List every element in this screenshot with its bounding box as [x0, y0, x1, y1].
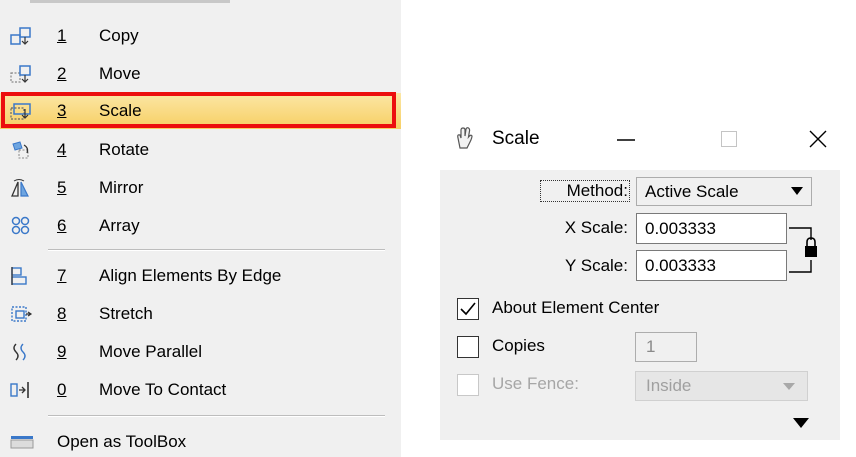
minimize-icon — [617, 139, 635, 141]
move-icon — [10, 65, 31, 83]
menu-item-label: Move To Contact — [99, 380, 227, 399]
menu-item-label: Move — [99, 64, 141, 83]
copies-label: Copies — [492, 336, 545, 355]
fence-mode-select[interactable]: Inside — [635, 371, 808, 401]
menu-item-number: 9 — [57, 342, 67, 361]
fence-mode-value: Inside — [646, 376, 692, 395]
about-center-label: About Element Center — [492, 298, 660, 317]
array-icon — [11, 216, 30, 235]
scale-lock-toggle[interactable] — [789, 218, 823, 276]
scale-icon — [10, 103, 31, 120]
lock-icon — [805, 237, 817, 257]
copy-icon — [10, 27, 31, 45]
menu-item-label: Array — [99, 216, 140, 235]
method-select[interactable]: Active Scale — [636, 177, 812, 206]
menu-top-edge — [0, 0, 401, 12]
menu-item-label: Stretch — [99, 304, 153, 323]
expand-arrow-icon[interactable] — [793, 418, 809, 428]
chevron-down-icon — [783, 383, 795, 390]
menu-item-move-parallel[interactable]: 9 Move Parallel — [0, 333, 401, 371]
menu-item-number: 4 — [57, 140, 67, 159]
close-icon — [809, 130, 827, 148]
menu-item-move-to-contact[interactable]: 0 Move To Contact — [0, 371, 401, 409]
menu-item-stretch[interactable]: 8 Stretch — [0, 295, 401, 333]
menu-item-scale[interactable]: 3 Scale — [0, 93, 401, 129]
menu-item-number: 0 — [57, 380, 67, 399]
minimize-button[interactable] — [606, 122, 646, 156]
menu-item-number: 7 — [57, 266, 67, 285]
mirror-icon — [11, 179, 29, 197]
stretch-icon — [11, 306, 33, 322]
close-button[interactable] — [798, 122, 838, 156]
menu-item-number: 8 — [57, 304, 67, 323]
menu-item-mirror[interactable]: 5 Mirror — [0, 169, 401, 207]
maximize-icon — [721, 131, 737, 147]
copies-input[interactable]: 1 — [635, 332, 697, 362]
menu-item-number: 5 — [57, 178, 67, 197]
y-scale-label: Y Scale: — [564, 256, 628, 275]
x-scale-label: X Scale: — [564, 218, 628, 237]
method-label: Method: — [540, 180, 630, 202]
menu-item-label: Mirror — [99, 178, 144, 197]
y-scale-value: 0.003333 — [645, 256, 716, 275]
y-scale-input[interactable]: 0.003333 — [636, 250, 787, 281]
menu-item-label: Align Elements By Edge — [99, 266, 282, 285]
menu-item-open-toolbox[interactable]: Open as ToolBox — [0, 423, 401, 457]
menu-item-label: Rotate — [99, 140, 150, 159]
menu-item-move[interactable]: 2 Move — [0, 55, 401, 93]
use-fence-checkbox[interactable] — [457, 374, 479, 396]
move-parallel-icon — [13, 343, 26, 361]
dialog-title-bar[interactable]: Scale — [440, 110, 840, 170]
menu-item-label: Copy — [99, 26, 139, 45]
toolbox-icon — [10, 436, 34, 449]
about-center-checkbox[interactable] — [457, 298, 479, 320]
align-icon — [11, 267, 27, 285]
scale-dialog: Scale Method: Active Scale X Scale: 0.00… — [440, 110, 840, 440]
copies-value: 1 — [646, 337, 656, 356]
menu-item-number: 6 — [57, 216, 67, 235]
menu-item-align-elements[interactable]: 7 Align Elements By Edge — [0, 257, 401, 295]
menu-item-array[interactable]: 6 Array — [0, 207, 401, 245]
copies-checkbox[interactable] — [457, 336, 479, 358]
menu-item-label: Scale — [99, 101, 142, 120]
menu-separator-highlight — [48, 416, 385, 417]
x-scale-value: 0.003333 — [645, 219, 716, 238]
menu-item-number: 3 — [57, 101, 67, 120]
hand-icon — [457, 127, 473, 149]
menu-item-rotate[interactable]: 4 Rotate — [0, 131, 401, 169]
menu-separator-highlight — [48, 250, 385, 251]
maximize-button[interactable] — [709, 122, 749, 156]
menu-item-number: 2 — [57, 64, 67, 83]
menu-item-label: Open as ToolBox — [57, 432, 187, 451]
dialog-title: Scale — [492, 128, 540, 149]
menu-item-copy[interactable]: 1 Copy — [0, 17, 401, 55]
menu-item-label: Move Parallel — [99, 342, 202, 361]
context-menu: 1 Copy 2 Move 3 Scale 4 Rotate 5 Mirror … — [0, 0, 401, 457]
menu-item-number: 1 — [57, 26, 67, 45]
method-value: Active Scale — [645, 182, 739, 201]
use-fence-label: Use Fence: — [492, 374, 579, 393]
x-scale-input[interactable]: 0.003333 — [636, 213, 787, 244]
move-to-contact-icon — [10, 382, 29, 398]
chevron-down-icon — [791, 187, 803, 195]
rotate-icon — [12, 141, 29, 159]
checkmark-icon — [460, 302, 476, 316]
